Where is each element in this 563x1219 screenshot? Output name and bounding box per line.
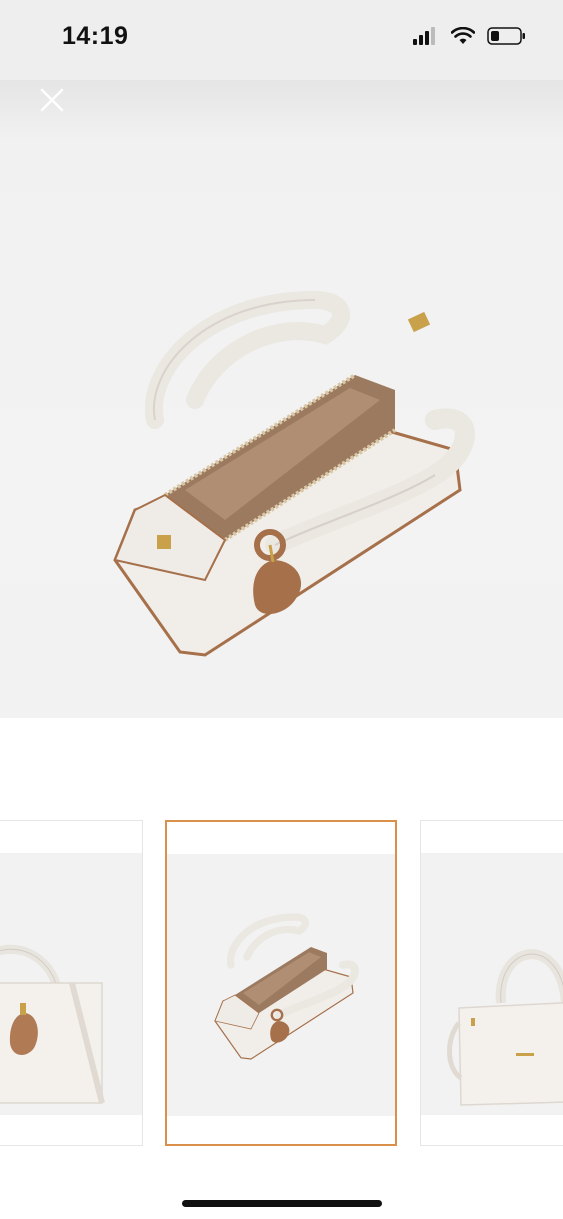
thumbnail-strip[interactable] xyxy=(0,820,563,1150)
thumbnail-bag-open-top-view[interactable] xyxy=(165,820,397,1146)
close-button[interactable] xyxy=(38,86,70,118)
thumbnail-photo xyxy=(167,854,395,1116)
status-time: 14:19 xyxy=(62,22,129,50)
thumbnail-bag-front-view[interactable] xyxy=(0,820,143,1146)
bag-open-top-view-thumb-image xyxy=(214,913,359,1060)
product-image-viewer[interactable] xyxy=(0,80,563,718)
wifi-icon xyxy=(450,26,476,50)
battery-icon xyxy=(487,26,527,51)
status-icons xyxy=(413,26,527,50)
bag-front-view-image xyxy=(0,944,105,1104)
bag-open-top-view-image xyxy=(113,290,475,657)
thumbnail-photo xyxy=(421,853,563,1115)
signal-icon xyxy=(413,26,439,50)
thumbnail-photo xyxy=(0,853,142,1115)
status-bar: 14:19 xyxy=(0,0,563,80)
thumbnail-bag-side-view[interactable] xyxy=(420,820,563,1146)
home-indicator[interactable] xyxy=(182,1200,382,1207)
bag-side-view-image xyxy=(447,949,563,1106)
close-icon xyxy=(38,88,66,118)
